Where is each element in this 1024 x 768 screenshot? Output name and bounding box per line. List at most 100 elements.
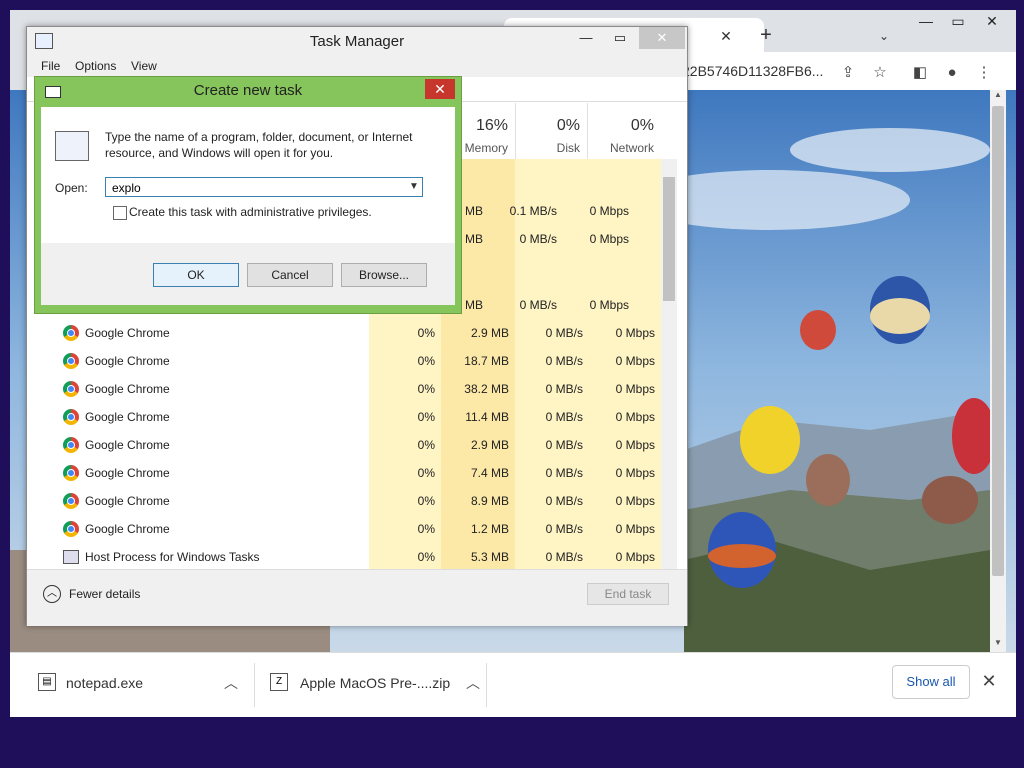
share-icon[interactable]: ⇪ <box>836 62 860 84</box>
process-name: Google Chrome <box>85 522 170 536</box>
table-row[interactable]: Google Chrome 0% 38.2 MB 0 MB/s 0 Mbps <box>27 375 661 403</box>
dialog-close-button[interactable]: ✕ <box>425 79 455 99</box>
table-row[interactable]: Host Process for Windows Tasks 0% 5.3 MB… <box>27 543 661 571</box>
disk-cell: 0 MB/s <box>545 326 583 340</box>
process-name: Google Chrome <box>85 410 170 424</box>
memory-cell: 8.9 MB <box>470 494 509 508</box>
table-row[interactable]: Google Chrome 0% 1.2 MB 0 MB/s 0 Mbps <box>27 515 661 543</box>
chrome-icon <box>63 465 79 481</box>
cpu-cell: 0% <box>417 410 435 424</box>
open-combobox-input[interactable]: explo <box>105 177 423 197</box>
process-name: Google Chrome <box>85 382 170 396</box>
zip-file-icon: Z <box>270 673 288 691</box>
page-scroll-thumb[interactable] <box>992 106 1004 576</box>
chevron-up-icon[interactable]: ︿ <box>224 673 238 693</box>
cpu-cell: 0% <box>417 438 435 452</box>
chrome-icon <box>63 409 79 425</box>
address-bar[interactable]: 22B5746D11328FB6... <box>682 63 823 79</box>
disk-cell: 0.1 MB/s <box>509 204 557 218</box>
network-cell: 0 Mbps <box>615 466 655 480</box>
download-name: notepad.exe <box>66 675 144 691</box>
memory-cell: 1.2 MB <box>470 522 509 536</box>
chrome-icon <box>63 381 79 397</box>
host-process-icon <box>63 550 79 564</box>
bookmark-star-icon[interactable]: ☆ <box>868 62 892 84</box>
tm-scroll-thumb[interactable] <box>663 177 675 301</box>
show-all-button[interactable]: Show all <box>892 665 970 699</box>
close-icon[interactable]: ✕ <box>978 669 1000 693</box>
table-row[interactable]: Google Chrome 0% 8.9 MB 0 MB/s 0 Mbps <box>27 487 661 515</box>
disk-cell: 0 MB/s <box>545 550 583 564</box>
download-item[interactable]: ▤ notepad.exe ︿ <box>10 653 254 717</box>
menu-kebab-icon[interactable]: ⋮ <box>972 62 996 84</box>
memory-cell: 2.9 MB <box>470 326 509 340</box>
memory-percent: 16% <box>475 117 508 134</box>
network-cell: 0 Mbps <box>615 354 655 368</box>
cancel-button[interactable]: Cancel <box>247 263 333 287</box>
admin-privileges-label[interactable]: Create this task with administrative pri… <box>129 205 372 219</box>
memory-cell: 38.2 MB <box>464 382 509 396</box>
table-row[interactable]: Google Chrome 0% 11.4 MB 0 MB/s 0 Mbps <box>27 403 661 431</box>
scroll-down-arrow-icon[interactable]: ▼ <box>990 638 1006 652</box>
table-row[interactable]: Google Chrome 0% 2.9 MB 0 MB/s 0 Mbps <box>27 319 661 347</box>
chrome-icon <box>63 325 79 341</box>
end-task-button[interactable]: End task <box>587 583 669 605</box>
cpu-cell: 0% <box>417 466 435 480</box>
chevron-up-icon[interactable]: ︿ <box>466 673 480 693</box>
notepad-file-icon: ▤ <box>38 673 56 691</box>
ok-button[interactable]: OK <box>153 263 239 287</box>
open-label: Open: <box>55 181 88 195</box>
dialog-description: Type the name of a program, folder, docu… <box>105 130 413 160</box>
cpu-cell: 0% <box>417 382 435 396</box>
disk-cell: 0 MB/s <box>545 382 583 396</box>
chrome-icon <box>63 353 79 369</box>
memory-cell: 5.3 MB <box>470 550 509 564</box>
disk-cell: 0 MB/s <box>545 494 583 508</box>
tm-close-button[interactable]: ✕ <box>639 27 685 49</box>
cpu-cell: 0% <box>417 550 435 564</box>
chevron-up-circle-icon[interactable]: ︿ <box>43 585 61 603</box>
table-row[interactable]: Google Chrome 0% 7.4 MB 0 MB/s 0 Mbps <box>27 459 661 487</box>
network-label: Network <box>609 141 654 155</box>
admin-privileges-checkbox[interactable] <box>113 206 127 220</box>
network-cell: 0 Mbps <box>615 326 655 340</box>
side-panel-icon[interactable]: ◧ <box>908 62 932 84</box>
process-name: Google Chrome <box>85 354 170 368</box>
memory-cell: 7.4 MB <box>470 466 509 480</box>
process-name: Host Process for Windows Tasks <box>85 550 260 564</box>
tab-search-button[interactable]: ⌄ <box>874 26 894 46</box>
cpu-cell: 0% <box>417 494 435 508</box>
tab-close-icon[interactable]: ✕ <box>716 26 736 46</box>
network-cell: 0 Mbps <box>589 204 629 218</box>
scroll-up-arrow-icon[interactable]: ▲ <box>990 90 1006 104</box>
network-column-header[interactable]: 0% Network <box>587 103 662 159</box>
menu-options[interactable]: Options <box>75 59 116 73</box>
chrome-icon <box>63 521 79 537</box>
chevron-down-icon[interactable]: ▼ <box>407 179 421 195</box>
process-name: Google Chrome <box>85 438 170 452</box>
tm-minimize-button[interactable]: — <box>569 27 603 49</box>
download-item[interactable]: Z Apple MacOS Pre-....zip ︿ <box>254 653 486 717</box>
process-name: Google Chrome <box>85 326 170 340</box>
table-row[interactable]: Google Chrome 0% 2.9 MB 0 MB/s 0 Mbps <box>27 431 661 459</box>
table-row[interactable]: Google Chrome 0% 18.7 MB 0 MB/s 0 Mbps <box>27 347 661 375</box>
download-bar: ▤ notepad.exe ︿ Z Apple MacOS Pre-....zi… <box>10 652 1016 717</box>
menu-file[interactable]: File <box>41 59 60 73</box>
network-cell: 0 Mbps <box>615 410 655 424</box>
network-cell: 0 Mbps <box>615 438 655 452</box>
disk-cell: 0 MB/s <box>545 522 583 536</box>
fewer-details-link[interactable]: Fewer details <box>69 587 140 601</box>
new-tab-button[interactable]: + <box>754 24 778 48</box>
disk-percent: 0% <box>556 117 580 134</box>
menu-view[interactable]: View <box>131 59 157 73</box>
chrome-icon <box>63 493 79 509</box>
network-cell: 0 Mbps <box>615 522 655 536</box>
run-program-icon <box>55 131 89 161</box>
network-cell: 0 Mbps <box>589 232 629 246</box>
disk-column-header[interactable]: 0% Disk <box>515 103 588 159</box>
memory-cell: 11.4 MB <box>465 410 509 424</box>
browse-button[interactable]: Browse... <box>341 263 427 287</box>
profile-avatar-icon[interactable]: ● <box>940 62 964 84</box>
tm-maximize-button[interactable]: ▭ <box>603 27 637 49</box>
browser-close-button[interactable]: ✕ <box>972 10 1012 32</box>
